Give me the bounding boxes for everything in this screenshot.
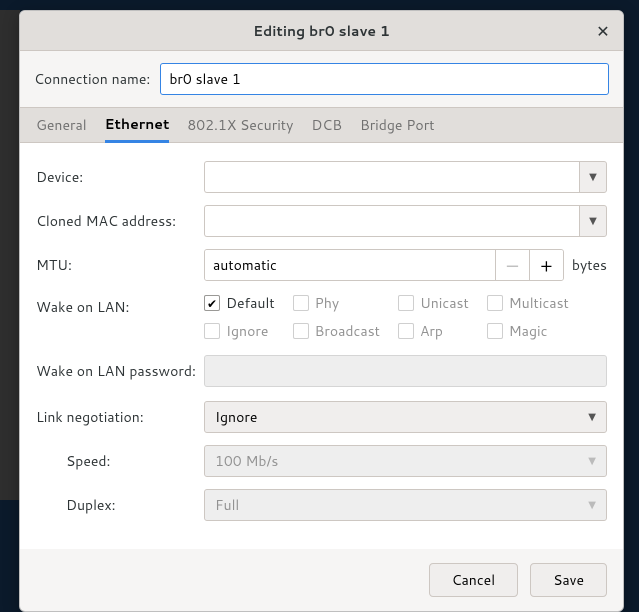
mtu-label: MTU:	[36, 255, 204, 275]
tab-bar: General Ethernet 802.1X Security DCB Bri…	[20, 107, 623, 143]
link-negotiation-label: Link negotiation:	[36, 407, 204, 427]
wol-phy-label: Phy	[315, 293, 340, 313]
cloned-mac-label: Cloned MAC address:	[36, 211, 204, 231]
wol-multicast-label: Multicast	[509, 293, 569, 313]
wol-phy-checkbox[interactable]: Phy	[293, 293, 380, 313]
titlebar: Editing br0 slave 1 ✕	[20, 11, 623, 51]
speed-select: 100 Mb/s ▼	[204, 445, 607, 477]
wol-ignore-label: Ignore	[226, 321, 268, 341]
link-negotiation-row: Link negotiation: Ignore ▼	[36, 401, 607, 433]
wol-multicast-checkbox[interactable]: Multicast	[487, 293, 569, 313]
device-input[interactable]	[204, 161, 579, 193]
connection-name-row: Connection name:	[20, 51, 623, 107]
save-button[interactable]: Save	[530, 563, 607, 597]
wol-default-checkbox[interactable]: ✔ Default	[204, 293, 275, 313]
wol-unicast-label: Unicast	[420, 293, 469, 313]
device-label: Device:	[36, 167, 204, 187]
wol-broadcast-checkbox[interactable]: Broadcast	[293, 321, 380, 341]
checkbox-icon	[293, 295, 309, 311]
close-button[interactable]: ✕	[591, 19, 615, 43]
tab-8021x-security[interactable]: 802.1X Security	[187, 108, 293, 142]
wol-arp-label: Arp	[420, 321, 443, 341]
cancel-button[interactable]: Cancel	[429, 563, 519, 597]
tab-ethernet[interactable]: Ethernet	[105, 109, 170, 143]
wol-magic-checkbox[interactable]: Magic	[487, 321, 569, 341]
duplex-select: Full ▼	[204, 489, 607, 521]
link-negotiation-value: Ignore	[215, 407, 257, 427]
chevron-down-icon: ▼	[588, 498, 596, 512]
speed-row: Speed: 100 Mb/s ▼	[36, 445, 607, 477]
device-dropdown-button[interactable]: ▼	[579, 161, 607, 193]
dialog-footer: Cancel Save	[20, 549, 623, 611]
duplex-label: Duplex:	[36, 495, 204, 515]
close-icon: ✕	[596, 20, 609, 43]
wol-password-input	[204, 355, 607, 387]
tab-dcb[interactable]: DCB	[311, 108, 342, 142]
cloned-mac-dropdown-button[interactable]: ▼	[579, 205, 607, 237]
speed-value: 100 Mb/s	[215, 451, 278, 471]
checkbox-icon: ✔	[204, 295, 220, 311]
checkbox-icon	[293, 323, 309, 339]
wol-default-label: Default	[226, 293, 275, 313]
cloned-mac-combo[interactable]: ▼	[204, 205, 607, 237]
tab-content: Device: ▼ Cloned MAC address: ▼ MTU: − +	[20, 143, 623, 549]
mtu-decrement-button[interactable]: −	[495, 250, 529, 280]
chevron-down-icon: ▼	[589, 170, 597, 184]
checkbox-icon	[487, 323, 503, 339]
wol-unicast-checkbox[interactable]: Unicast	[398, 293, 469, 313]
chevron-down-icon: ▼	[589, 214, 597, 228]
link-negotiation-select[interactable]: Ignore ▼	[204, 401, 607, 433]
wol-label: Wake on LAN:	[36, 293, 204, 317]
chevron-down-icon: ▼	[588, 454, 596, 468]
mtu-input[interactable]	[205, 250, 495, 280]
tab-bridge-port[interactable]: Bridge Port	[360, 108, 435, 142]
wol-password-label: Wake on LAN password:	[36, 361, 204, 381]
connection-name-label: Connection name:	[34, 69, 150, 89]
device-row: Device: ▼	[36, 161, 607, 193]
checkbox-icon	[487, 295, 503, 311]
duplex-row: Duplex: Full ▼	[36, 489, 607, 521]
mtu-increment-button[interactable]: +	[529, 250, 563, 280]
chevron-down-icon: ▼	[588, 410, 596, 424]
checkbox-icon	[398, 323, 414, 339]
mtu-spinner[interactable]: − +	[204, 249, 564, 281]
wol-ignore-checkbox[interactable]: Ignore	[204, 321, 275, 341]
mtu-unit: bytes	[572, 255, 607, 275]
dialog-title: Editing br0 slave 1	[253, 21, 390, 41]
checkbox-icon	[204, 323, 220, 339]
cloned-mac-row: Cloned MAC address: ▼	[36, 205, 607, 237]
wol-magic-label: Magic	[509, 321, 548, 341]
checkbox-icon	[398, 295, 414, 311]
wol-row: Wake on LAN: ✔ Default Phy Unicast Multic…	[36, 293, 607, 341]
mtu-row: MTU: − + bytes	[36, 249, 607, 281]
tab-general[interactable]: General	[36, 108, 87, 142]
wol-broadcast-label: Broadcast	[315, 321, 380, 341]
wol-options: ✔ Default Phy Unicast Multicast Ignore Br…	[204, 293, 607, 341]
cloned-mac-input[interactable]	[204, 205, 579, 237]
dialog: Editing br0 slave 1 ✕ Connection name: G…	[19, 10, 624, 612]
connection-name-input[interactable]	[160, 63, 609, 95]
speed-label: Speed:	[36, 451, 204, 471]
duplex-value: Full	[215, 495, 239, 515]
wol-arp-checkbox[interactable]: Arp	[398, 321, 469, 341]
wol-password-row: Wake on LAN password:	[36, 355, 607, 387]
device-combo[interactable]: ▼	[204, 161, 607, 193]
